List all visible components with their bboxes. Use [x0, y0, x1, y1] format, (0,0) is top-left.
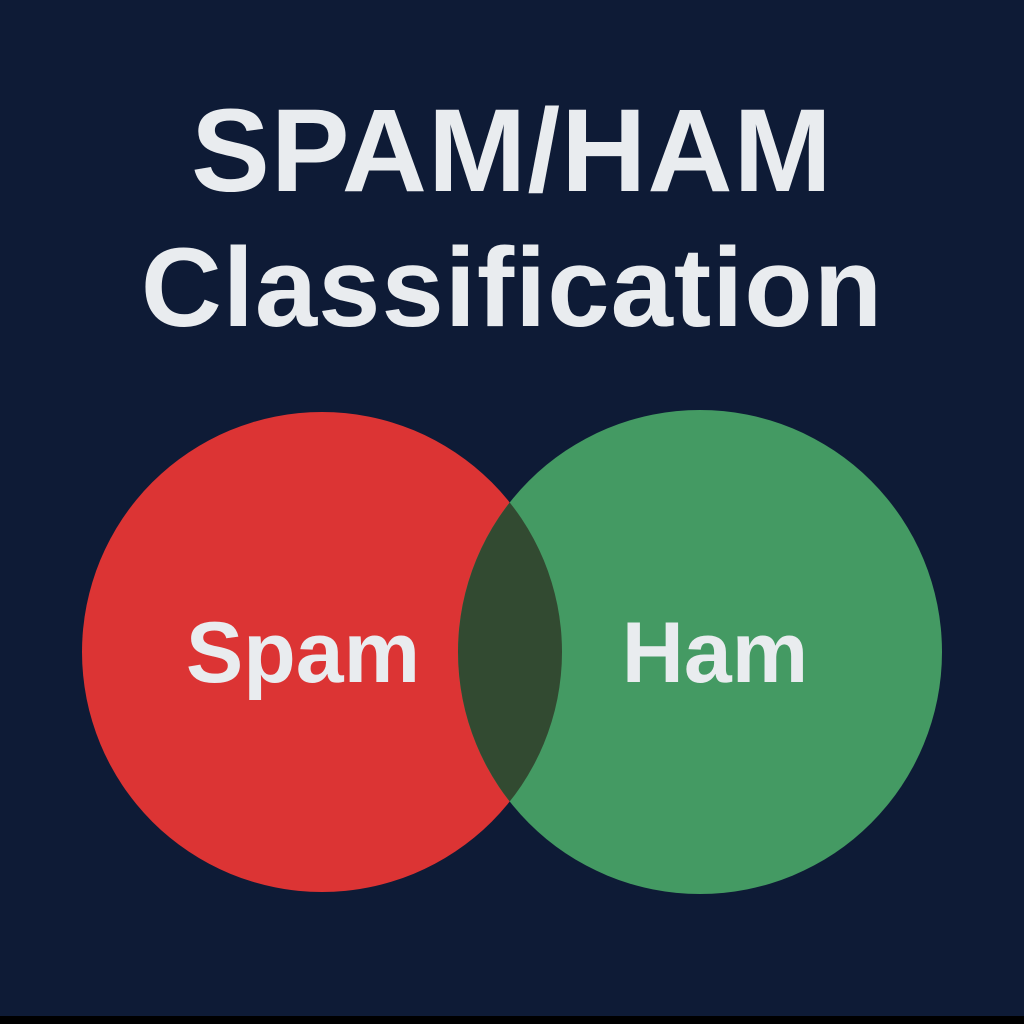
spam-label: Spam — [186, 605, 420, 701]
venn-diagram: Spam Ham — [82, 410, 942, 894]
page: SPAM/HAM Classification Spam Ham — [0, 0, 1024, 1024]
bottom-strip — [0, 1016, 1024, 1024]
ham-label: Ham — [622, 605, 808, 701]
